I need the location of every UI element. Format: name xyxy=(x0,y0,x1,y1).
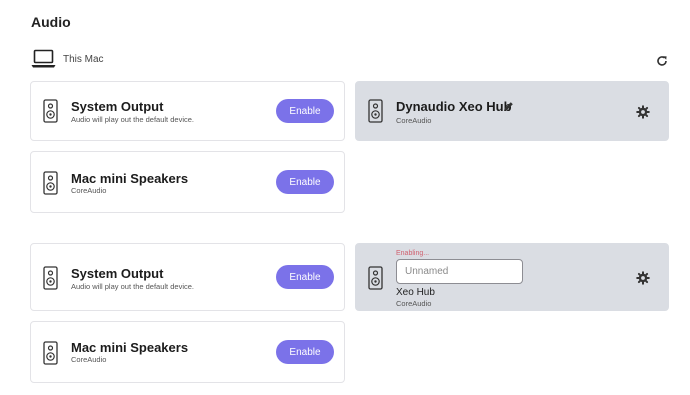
device-name-input[interactable] xyxy=(396,259,523,284)
host-label: This Mac xyxy=(63,53,104,65)
selected-device-card[interactable]: Dynaudio Xeo Hub CoreAudio xyxy=(355,81,669,141)
device-card-system-output: System Output Audio will play out the de… xyxy=(30,81,345,141)
device-subtitle: CoreAudio xyxy=(396,299,432,308)
device-title: System Output xyxy=(71,266,164,281)
enable-button[interactable]: Enable xyxy=(276,170,334,194)
selected-device-title: Dynaudio Xeo Hub xyxy=(396,99,512,114)
speaker-icon xyxy=(43,171,58,195)
device-title: Mac mini Speakers xyxy=(71,340,189,355)
laptop-icon xyxy=(31,49,56,68)
page-title: Audio xyxy=(31,14,71,30)
device-subtitle: CoreAudio xyxy=(71,355,107,364)
device-card-mac-mini-speakers: Mac mini Speakers CoreAudio Enable xyxy=(30,321,345,383)
device-card-system-output: System Output Audio will play out the de… xyxy=(30,243,345,311)
pencil-icon[interactable] xyxy=(503,101,514,112)
selected-device-subtitle: CoreAudio xyxy=(396,116,432,125)
speaker-icon xyxy=(43,266,58,290)
device-subtitle: Audio will play out the default device. xyxy=(71,115,194,124)
device-subtitle: Audio will play out the default device. xyxy=(71,282,194,291)
gear-icon[interactable] xyxy=(636,105,650,119)
status-label: Enabling... xyxy=(396,250,430,257)
device-name: Xeo Hub xyxy=(396,287,435,298)
speaker-icon xyxy=(43,99,58,123)
speaker-icon xyxy=(368,99,383,123)
device-title: System Output xyxy=(71,99,164,114)
speaker-icon xyxy=(368,266,383,290)
refresh-icon[interactable] xyxy=(655,54,669,68)
host-row: This Mac xyxy=(31,49,104,69)
speaker-icon xyxy=(43,341,58,365)
enable-button[interactable]: Enable xyxy=(276,265,334,289)
device-title: Mac mini Speakers xyxy=(71,171,189,186)
gear-icon[interactable] xyxy=(636,271,650,285)
device-subtitle: CoreAudio xyxy=(71,186,107,195)
enable-button[interactable]: Enable xyxy=(276,99,334,123)
enable-button[interactable]: Enable xyxy=(276,340,334,364)
device-card-mac-mini-speakers: Mac mini Speakers CoreAudio Enable xyxy=(30,151,345,213)
selected-device-card[interactable]: Enabling... Xeo Hub CoreAudio xyxy=(355,243,669,311)
